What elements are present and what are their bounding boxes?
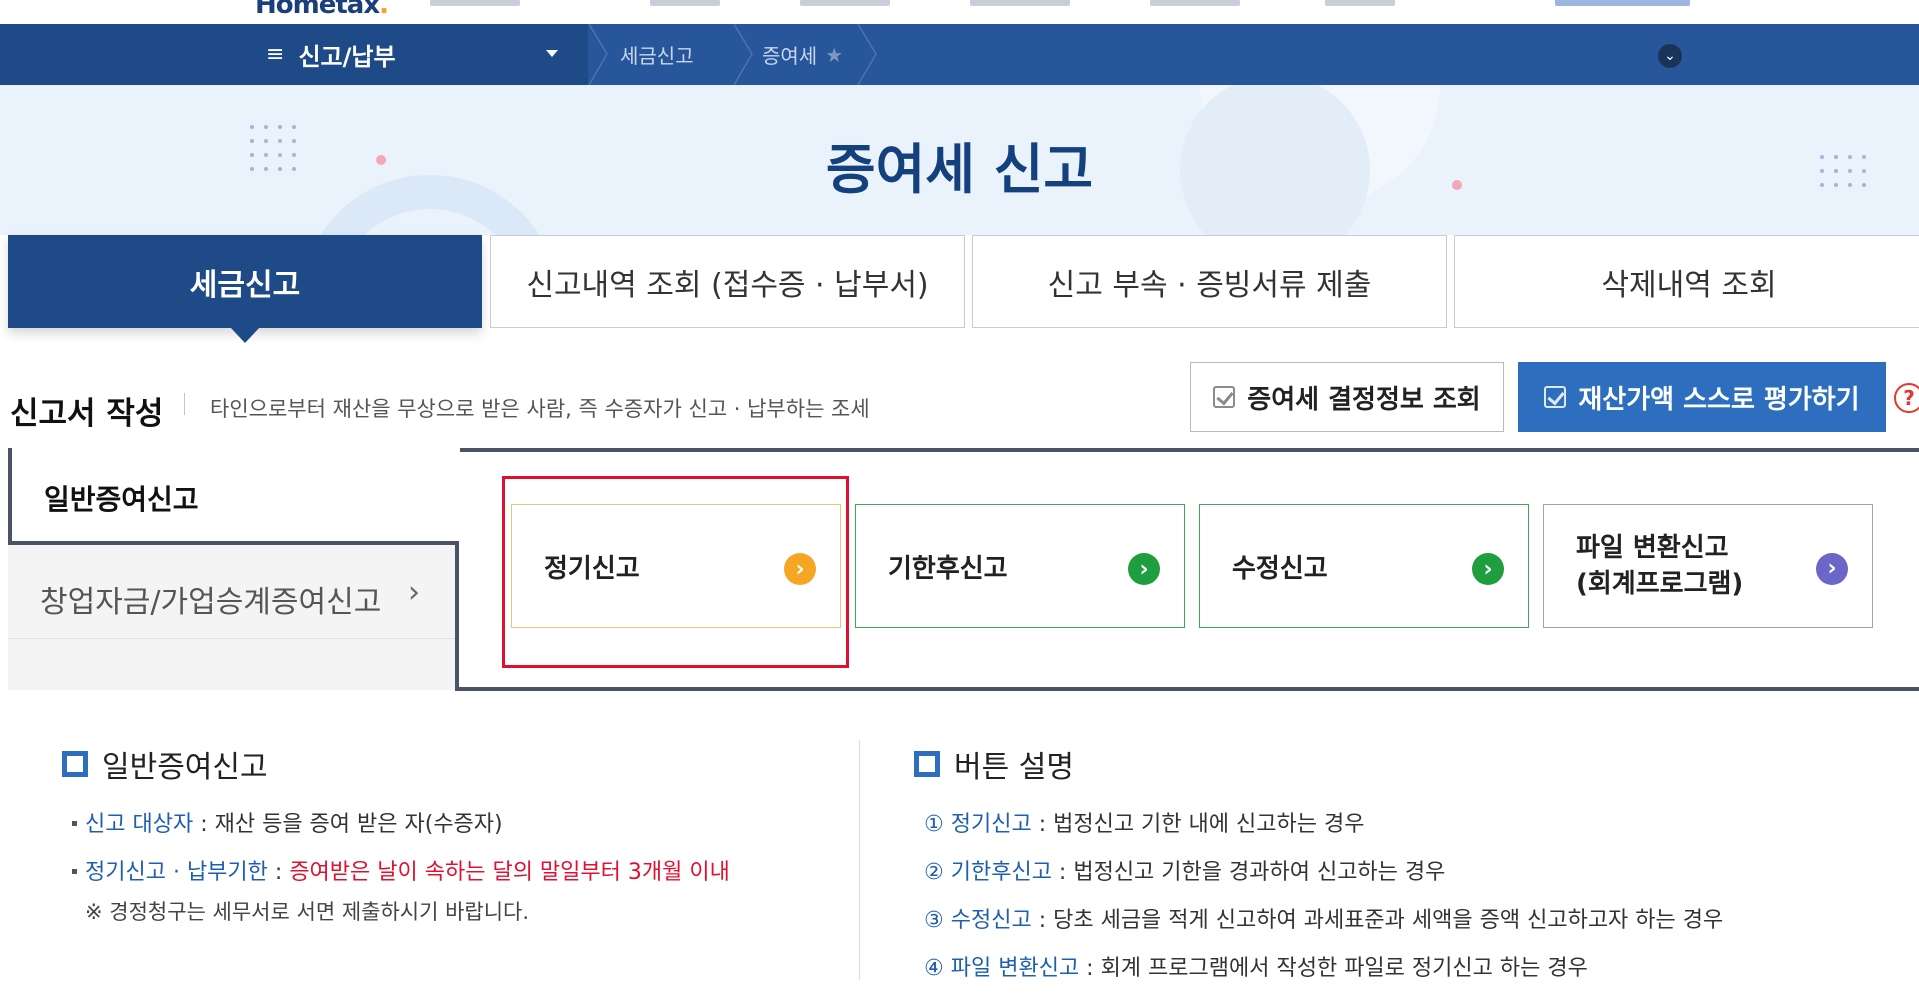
breadcrumb-item[interactable]: 세금신고: [620, 24, 694, 85]
section-title: 신고서 작성: [10, 396, 164, 432]
highlight-annotation: [502, 476, 849, 668]
menu-selector-label: 신고/납부: [298, 43, 396, 71]
general-gift-info-title: 일반증여신고: [62, 742, 268, 786]
page-title: 증여세 신고: [825, 138, 1094, 201]
top-header: Hometax.: [0, 0, 1919, 24]
top-nav-item[interactable]: [650, 0, 720, 6]
correction-note: ※ 경정청구는 세무서로 서면 제출하시기 바랍니다.: [85, 900, 530, 924]
button-description-item: ② 기한후신고 : 법정신고 기한을 경과하여 신고하는 경우: [924, 860, 1446, 885]
sidebar-item-general-gift[interactable]: 일반증여신고: [8, 448, 460, 544]
button-description-item: ④ 파일 변환신고 : 회계 프로그램에서 작성한 파일로 정기신고 하는 경우: [924, 956, 1588, 981]
top-nav-item[interactable]: [1555, 0, 1690, 6]
arrow-right-icon: ›: [1128, 553, 1160, 585]
bullet-icon: [72, 820, 77, 826]
hometax-logo[interactable]: Hometax.: [255, 0, 389, 20]
chevron-right-icon: ›: [408, 575, 420, 610]
sidebar-item-startup-gift[interactable]: 창업자금/가업승계증여신고 ›: [8, 541, 458, 639]
square-bullet-icon: [914, 751, 944, 781]
breadcrumb-separator-icon: [857, 24, 877, 85]
button-description-title: 버튼 설명: [914, 742, 1074, 786]
divider: [184, 393, 185, 415]
help-icon[interactable]: ?: [1894, 383, 1919, 413]
tab-submit-documents[interactable]: 신고 부속 · 증빙서류 제출: [972, 235, 1447, 328]
caret-down-icon: [546, 50, 558, 57]
sidebar-spacer: [8, 639, 458, 690]
hero-banner: 증여세 신고: [0, 85, 1919, 235]
breadcrumb-item[interactable]: 증여세 ★: [762, 24, 843, 85]
square-bullet-icon: [62, 751, 92, 781]
deadline-info: 정기신고 · 납부기한 : 증여받은 날이 속하는 달의 말일부터 3개월 이내: [72, 854, 730, 886]
checkbox-icon: [1213, 386, 1236, 408]
self-evaluate-button[interactable]: 재산가액 스스로 평가하기: [1518, 362, 1886, 432]
chevron-down-icon[interactable]: ⌄: [1658, 44, 1682, 68]
bullet-icon: [72, 868, 77, 874]
hamburger-icon: ≡: [266, 42, 285, 67]
section-description: 타인으로부터 재산을 무상으로 받은 사람, 즉 수증자가 신고 · 납부하는 …: [210, 397, 870, 421]
tab-report-history[interactable]: 신고내역 조회 (접수증 · 납부서): [490, 235, 965, 328]
button-description-item: ③ 수정신고 : 당초 세금을 적게 신고하여 과세표준과 세액을 증액 신고하…: [924, 908, 1724, 933]
target-info: 신고 대상자 : 재산 등을 증여 받은 자(수증자): [72, 806, 503, 838]
menu-selector[interactable]: ≡ 신고/납부: [246, 24, 586, 85]
button-description-item: ① 정기신고 : 법정신고 기한 내에 신고하는 경우: [924, 812, 1365, 837]
checkbox-icon: [1544, 386, 1567, 408]
tab-tax-report[interactable]: 세금신고: [8, 235, 482, 343]
top-nav-item[interactable]: [430, 0, 520, 6]
top-nav-item[interactable]: [970, 0, 1070, 6]
arrow-right-icon: ›: [1816, 553, 1848, 585]
star-icon[interactable]: ★: [825, 43, 843, 67]
file-conversion-report-button[interactable]: 파일 변환신고 (회계프로그램) ›: [1543, 504, 1873, 628]
top-nav-item[interactable]: [800, 0, 890, 6]
breadcrumb-separator-icon: [733, 24, 753, 85]
top-nav-item[interactable]: [1150, 0, 1240, 6]
breadcrumb-separator-icon: [588, 24, 608, 85]
panel-border: [455, 687, 1919, 691]
tab-deleted-history[interactable]: 삭제내역 조회: [1454, 235, 1919, 328]
column-divider: [859, 740, 860, 980]
amended-report-button[interactable]: 수정신고 ›: [1199, 504, 1529, 628]
decision-lookup-button[interactable]: 증여세 결정정보 조회: [1190, 362, 1504, 432]
top-nav-item[interactable]: [1325, 0, 1395, 6]
late-report-button[interactable]: 기한후신고 ›: [855, 504, 1185, 628]
panel-border: [455, 541, 459, 691]
breadcrumb-bar: ≡ 신고/납부 세금신고 증여세 ★: [0, 24, 1919, 85]
arrow-right-icon: ›: [1472, 553, 1504, 585]
